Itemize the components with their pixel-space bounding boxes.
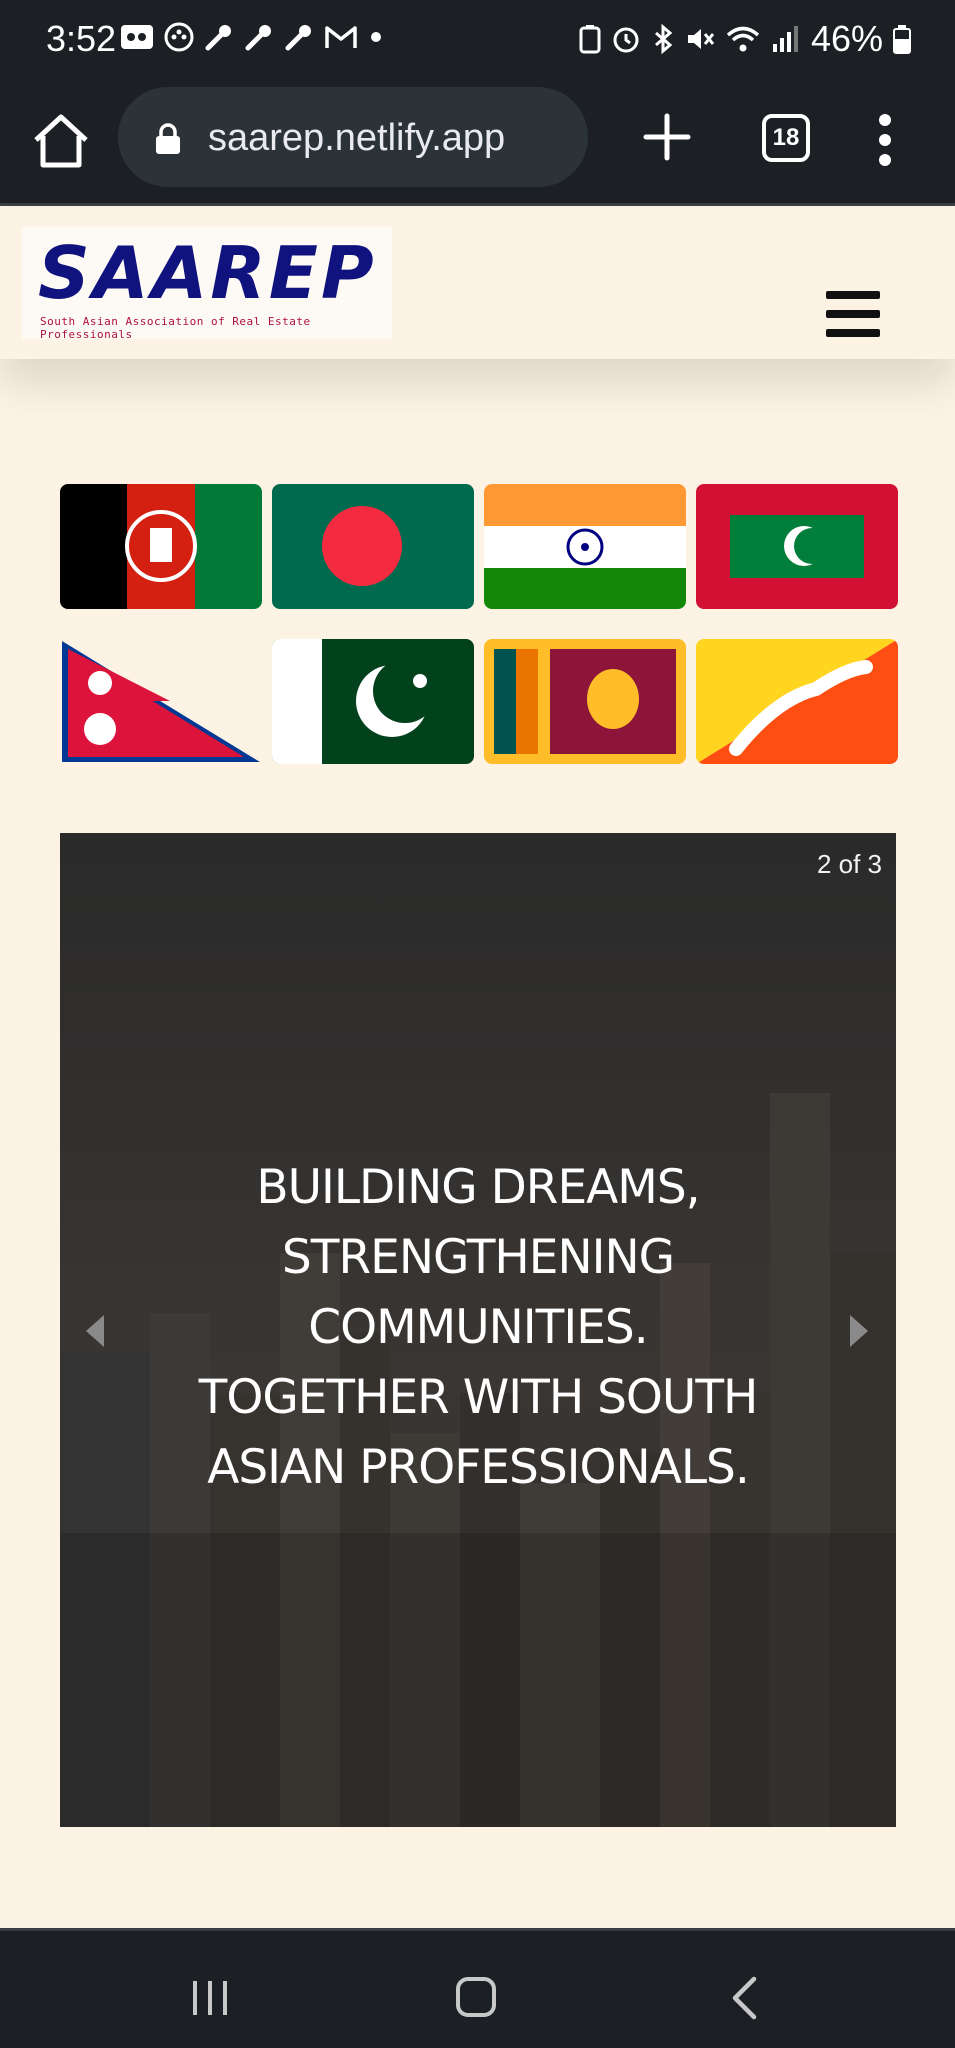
voicemail-icon — [121, 25, 153, 49]
caption-line: STRENGTHENING — [281, 1230, 675, 1285]
browser-toolbar: saarep.netlify.app 18 — [0, 84, 955, 206]
system-nav-bar — [0, 1928, 955, 2048]
bluetooth-icon — [654, 24, 673, 54]
status-bar: 3:52 46% — [0, 0, 955, 84]
battery-icon — [893, 25, 911, 54]
wifi-icon — [726, 26, 760, 52]
alarm-icon — [613, 27, 639, 53]
site-header: SAAREP South Asian Association of Real E… — [0, 209, 955, 359]
battery-saver-icon — [579, 25, 601, 54]
flag-sri-lanka — [484, 639, 686, 764]
site-logo[interactable]: SAAREP South Asian Association of Real E… — [22, 227, 392, 341]
wrench-icon — [245, 25, 271, 51]
system-icons: 46% — [579, 18, 911, 60]
flag-pakistan — [272, 639, 474, 764]
status-time: 3:52 — [46, 18, 117, 59]
logo-wordmark: SAAREP — [38, 231, 377, 315]
address-bar[interactable]: saarep.netlify.app — [118, 87, 588, 187]
tab-switcher-button[interactable]: 18 — [762, 114, 810, 162]
flag-maldives — [696, 484, 898, 609]
recents-icon[interactable] — [190, 1979, 230, 2017]
next-slide-icon[interactable] — [848, 1313, 870, 1349]
flag-bangladesh — [272, 484, 474, 609]
caption-line: ASIAN PROFESSIONALS. — [207, 1440, 750, 1495]
flag-bhutan — [696, 639, 898, 764]
flag-afghanistan — [60, 484, 262, 609]
caption-line: BUILDING DREAMS, — [256, 1160, 700, 1215]
logo-tagline: South Asian Association of Real Estate P… — [40, 315, 311, 341]
url-text: saarep.netlify.app — [208, 117, 506, 159]
hamburger-menu-icon[interactable] — [826, 291, 880, 341]
lock-icon — [156, 123, 180, 154]
gmail-icon — [325, 26, 357, 48]
chat-icon — [164, 22, 194, 52]
flag-india — [484, 484, 686, 609]
flag-nepal — [60, 639, 262, 764]
home-nav-icon[interactable] — [456, 1977, 496, 2017]
prev-slide-icon[interactable] — [84, 1313, 106, 1349]
hero-caption: BUILDING DREAMS, STRENGTHENING COMMUNITI… — [60, 1153, 896, 1503]
mute-icon — [687, 29, 715, 49]
home-icon[interactable] — [30, 110, 92, 172]
more-vert-icon[interactable] — [874, 112, 896, 168]
slide-counter: 2 of 3 — [816, 849, 882, 879]
back-icon[interactable] — [730, 1975, 758, 2021]
caption-line: TOGETHER WITH SOUTH — [198, 1370, 759, 1425]
wrench-icon — [285, 25, 311, 51]
notification-icons — [120, 22, 384, 52]
dot-icon — [371, 32, 381, 42]
wrench-icon — [205, 25, 231, 51]
hero-carousel: 2 of 3 BUILDING DREAMS, STRENGTHENING CO… — [60, 833, 896, 1827]
battery-percent: 46% — [810, 18, 883, 59]
caption-line: COMMUNITIES. — [308, 1300, 648, 1355]
plus-icon[interactable] — [640, 110, 694, 164]
signal-icon — [772, 26, 798, 52]
